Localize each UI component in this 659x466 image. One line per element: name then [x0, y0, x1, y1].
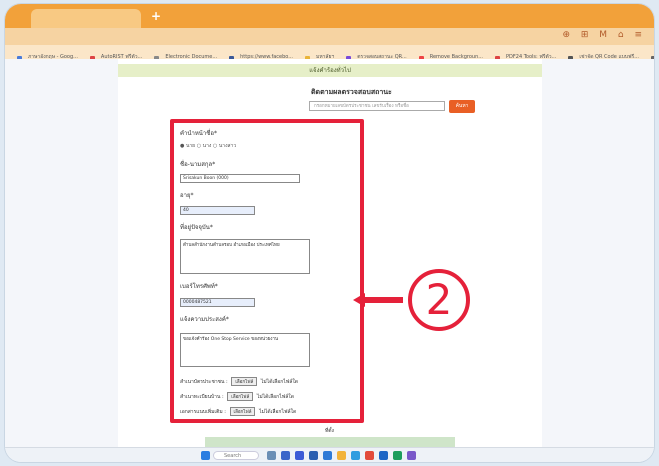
page-viewport: แจ้งคำร้องทั่วไป ติดตามผลตรวจสอบสถานะ กร… — [5, 59, 654, 447]
track-status-title: ติดตามผลตรวจสอบสถานะ — [311, 88, 392, 96]
word-icon[interactable] — [379, 451, 388, 460]
chrome-icon[interactable] — [365, 451, 374, 460]
new-tab-button[interactable]: + — [151, 9, 161, 23]
store-icon[interactable] — [351, 451, 360, 460]
bookmarks-bar: ภาษาอังกฤษ - Goog... AutoRIST ฟรีตัว... El… — [5, 45, 654, 60]
map-label: ที่ตั้ง — [325, 428, 334, 434]
chat-icon[interactable] — [295, 451, 304, 460]
taskbar-search[interactable]: Search — [213, 451, 259, 460]
browser-window: + ⊕ ⊞ M ⌂ ≡ ภาษาอังกฤษ - Goog... AutoRIST… — [5, 4, 654, 462]
weather-icon[interactable] — [267, 451, 276, 460]
task-view-icon[interactable] — [281, 451, 290, 460]
active-tab[interactable] — [31, 9, 141, 28]
toolbar-icons[interactable]: ⊕ ⊞ M ⌂ ≡ — [562, 30, 646, 40]
highlight-box — [170, 119, 364, 423]
track-search-button[interactable]: ค้นหา — [449, 100, 475, 113]
map-embed[interactable] — [205, 437, 455, 447]
tab-bar: + — [5, 4, 654, 28]
excel-icon[interactable] — [393, 451, 402, 460]
form-page: แจ้งคำร้องทั่วไป ติดตามผลตรวจสอบสถานะ กร… — [118, 59, 542, 447]
address-bar[interactable]: ⊕ ⊞ M ⌂ ≡ — [5, 28, 654, 45]
page-header-bar: แจ้งคำร้องทั่วไป — [118, 64, 542, 77]
edge-icon[interactable] — [323, 451, 332, 460]
file-explorer-icon[interactable] — [337, 451, 346, 460]
app-icon-2[interactable] — [407, 451, 416, 460]
app-icon-1[interactable] — [309, 451, 318, 460]
taskbar: Search — [5, 447, 654, 462]
windows-start-icon[interactable] — [201, 451, 210, 460]
left-arrow-icon — [353, 293, 403, 307]
track-search-input[interactable]: กรอกหมายเลขบัตรประชาชน เลขรับเรื่อง หรือ… — [309, 101, 445, 111]
step-number: 2 — [425, 275, 453, 324]
